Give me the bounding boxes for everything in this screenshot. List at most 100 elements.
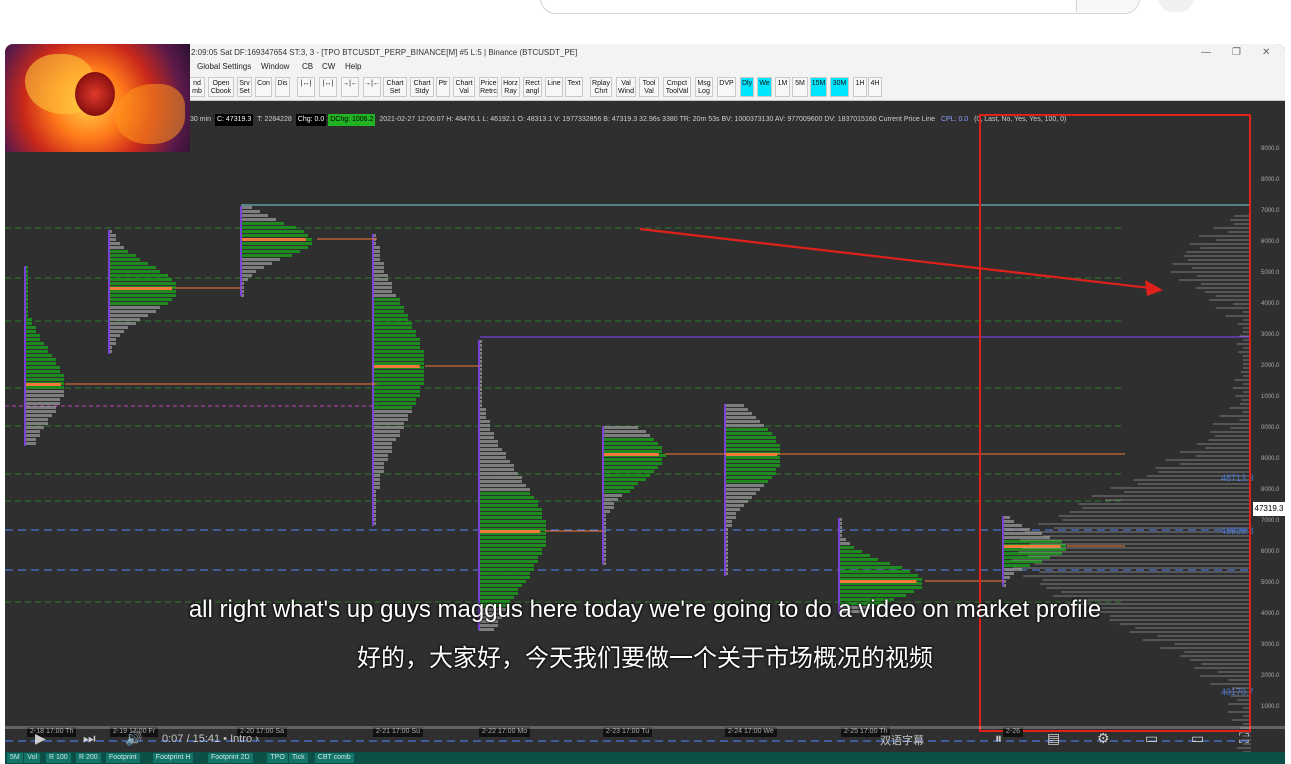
chart-tab[interactable]: Tick (289, 753, 308, 763)
chart-tab[interactable]: Footprint H (152, 753, 194, 763)
menu-help[interactable]: Help (345, 62, 361, 71)
tpo-row (479, 476, 522, 479)
toolbar-button-9[interactable]: Chart Set (383, 77, 407, 97)
chart-tab[interactable]: Vol (24, 753, 41, 763)
subtitles-icon[interactable]: ▤ (1047, 730, 1060, 747)
tpo-row (241, 246, 308, 249)
toolbar-button-6[interactable]: |↔| (319, 77, 337, 97)
chart-tab[interactable]: TPO (267, 753, 288, 763)
toolbar-button-0[interactable]: nd mb (189, 77, 205, 97)
toolbar-button-3[interactable]: Con (255, 77, 272, 97)
tpo-row (109, 298, 172, 301)
chart-tab[interactable]: Footprint (106, 753, 140, 763)
theater-icon[interactable]: ▭ (1191, 730, 1204, 747)
toolbar-button-8[interactable]: →|← (363, 77, 381, 97)
tpo-row (725, 408, 748, 411)
tpo-row (109, 302, 168, 305)
toolbar-button-27[interactable]: 5M (792, 77, 808, 97)
tpo-row (725, 504, 744, 507)
toolbar-button-25[interactable]: We (757, 77, 772, 97)
microphone-button[interactable] (1158, 0, 1194, 12)
toolbar-button-13[interactable]: Price Retrc (479, 77, 498, 97)
tpo-row (109, 258, 140, 261)
bilingual-subtitle-button[interactable]: 双语字幕 (880, 732, 924, 748)
toolbar-button-18[interactable]: Rplay Chrt (590, 77, 612, 97)
tpo-row (373, 314, 408, 317)
tpo-row (725, 428, 768, 431)
toolbar-button-7[interactable]: →|← (341, 77, 359, 97)
toolbar-button-30[interactable]: 1H (853, 77, 867, 97)
toolbar-button-23[interactable]: DVP (717, 77, 736, 97)
toolbar-button-28[interactable]: 15M (810, 77, 827, 97)
toolbar-button-16[interactable]: Line (545, 77, 563, 97)
toolbar-button-19[interactable]: Val Wind (616, 77, 636, 97)
toolbar-button-15[interactable]: Rect angl (523, 77, 542, 97)
toolbar-button-17[interactable]: Text (565, 77, 583, 97)
tpo-row (479, 580, 526, 583)
tpo-row (25, 422, 48, 425)
close-icon[interactable]: ✕ (1262, 44, 1270, 62)
settings-icon[interactable]: ⚙ (1097, 730, 1110, 747)
toolbar-button-22[interactable]: Msg Log (695, 77, 713, 97)
play-icon[interactable]: ▶ (35, 730, 46, 747)
chart-tab[interactable]: Footprint 2D (208, 753, 253, 763)
video-player[interactable]: 2:09:05 Sat DF:169347654 ST:3, 3 - [TPO … (5, 44, 1285, 764)
fullscreen-icon[interactable]: ⛶ (1239, 730, 1249, 747)
tpo-row (25, 354, 52, 357)
tpo-row (373, 278, 388, 281)
toolbar-button-1[interactable]: Open Cbook (208, 77, 234, 97)
tpo-row (109, 246, 124, 249)
chart-tab[interactable]: 5M (7, 753, 23, 763)
menu-cb[interactable]: CB (302, 62, 313, 71)
poc-marker (373, 365, 420, 368)
toolbar-button-26[interactable]: 1M (775, 77, 790, 97)
toolbar-button-20[interactable]: Tool Val (639, 77, 659, 97)
chart-tab[interactable]: R 200 (76, 753, 101, 763)
tpo-row (373, 378, 424, 381)
chart-tab[interactable]: R 100 (46, 753, 71, 763)
toolbar-button-21[interactable]: Cmpct ToolVal (663, 77, 691, 97)
tpo-row (839, 566, 902, 569)
price-axis-tick: 7000.0 (1261, 518, 1280, 524)
search-input[interactable] (540, 0, 1140, 14)
tpo-row (25, 386, 64, 389)
tpo-row (603, 462, 662, 465)
tpo-row (839, 562, 890, 565)
tpo-row (479, 444, 498, 447)
tpo-row (373, 286, 392, 289)
tpo-row (479, 564, 534, 567)
toolbar-button-11[interactable]: Ptr (436, 77, 450, 97)
search-button[interactable] (1076, 0, 1139, 12)
volume-icon[interactable]: 🔊 (125, 730, 142, 747)
menu-window[interactable]: Window (261, 62, 289, 71)
toolbar-button-12[interactable]: Chart Val (453, 77, 475, 97)
toolbar-button-14[interactable]: Horz Ray (501, 77, 520, 97)
toolbar-button-31[interactable]: 4H (868, 77, 882, 97)
toolbar-button-2[interactable]: Srv Set (237, 77, 252, 97)
toolbar-button-24[interactable]: Dly (740, 77, 754, 97)
poc-marker (241, 238, 306, 241)
window-title: 2:09:05 Sat DF:169347654 ST:3, 3 - [TPO … (191, 48, 578, 57)
tpo-row (109, 278, 172, 281)
minimize-icon[interactable]: — (1201, 44, 1211, 62)
tpo-row (109, 326, 128, 329)
tpo-row (109, 334, 120, 337)
tpo-row (25, 442, 36, 445)
toolbar-button-5[interactable]: |↔| (297, 77, 315, 97)
tpo-row (603, 506, 614, 509)
pause-icon[interactable]: ⏸ (995, 730, 1002, 747)
toolbar-button-29[interactable]: 30M (830, 77, 849, 97)
poc-marker (25, 383, 61, 386)
miniplayer-icon[interactable]: ▭ (1145, 730, 1158, 747)
restore-icon[interactable]: ❐ (1232, 44, 1241, 62)
next-icon[interactable]: ⏭ (83, 730, 96, 747)
menu-cw[interactable]: CW (322, 62, 335, 71)
tpo-row (373, 318, 408, 321)
toolbar-button-4[interactable]: Dis (275, 77, 290, 97)
price-axis-tick: 5000.0 (1261, 270, 1280, 276)
toolbar-button-10[interactable]: Chart Stdy (410, 77, 434, 97)
tpo-row (603, 466, 658, 469)
menu-global-settings[interactable]: Global Settings (197, 62, 251, 71)
chart-tab[interactable]: CBT comb (314, 753, 354, 763)
tpo-row (479, 548, 542, 551)
